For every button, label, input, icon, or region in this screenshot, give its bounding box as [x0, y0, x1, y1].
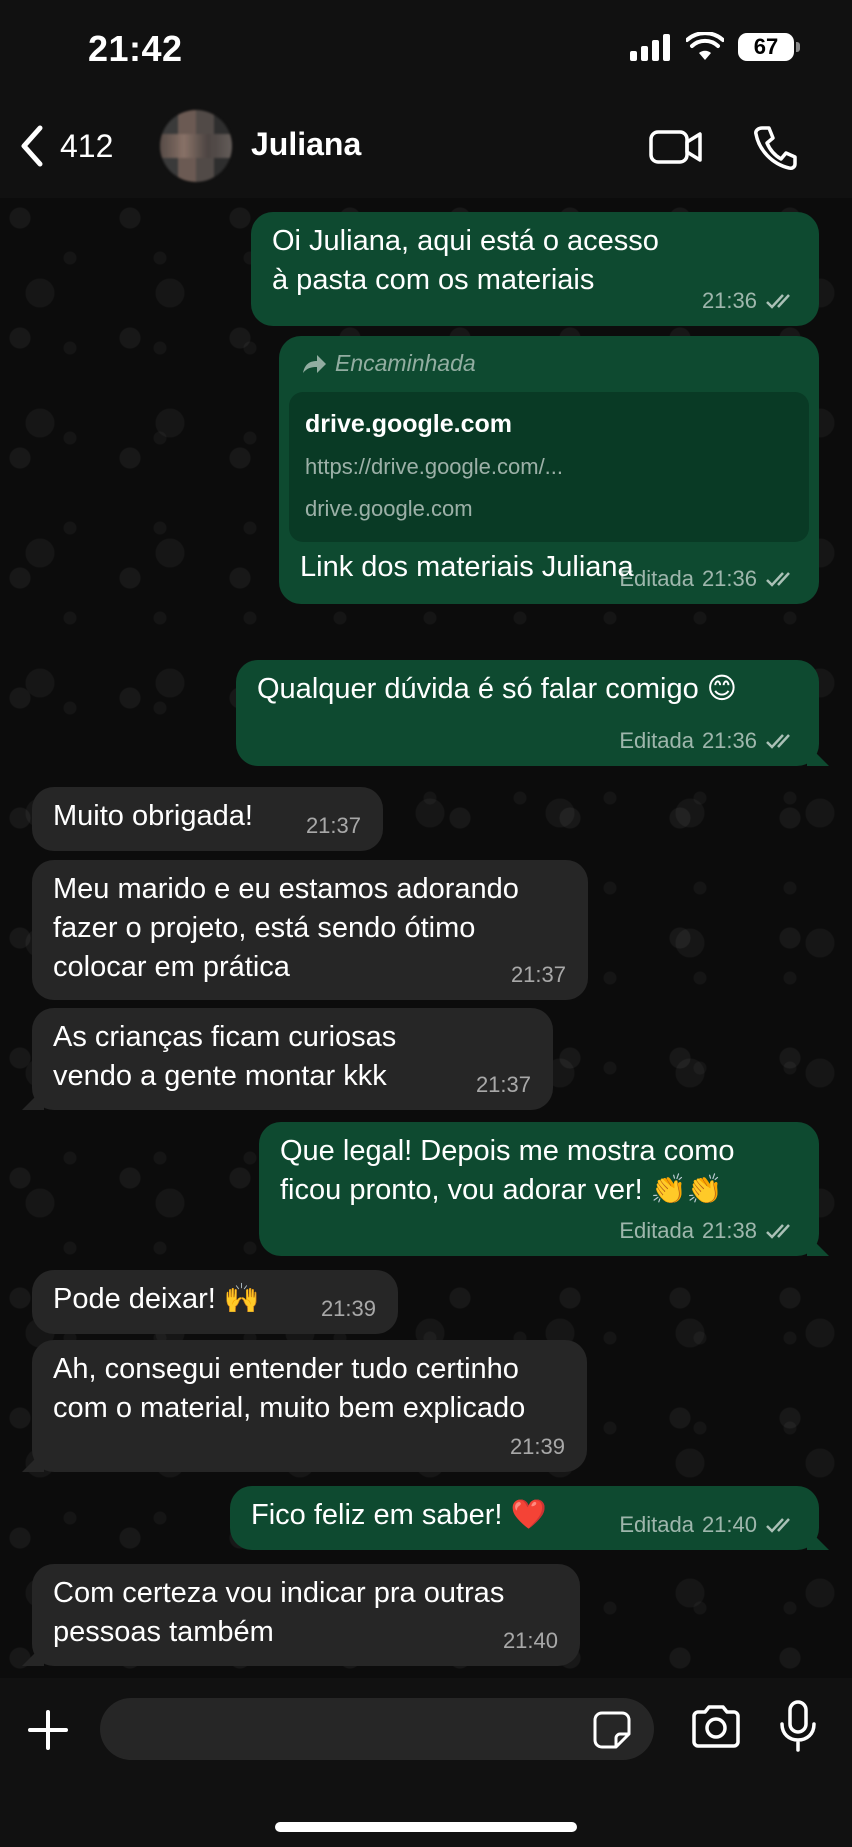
message-meta: 21:40 [503, 1628, 558, 1654]
message-time: 21:40 [701, 1512, 757, 1537]
message-meta: 21:37 [476, 1072, 531, 1098]
sticker-icon[interactable] [592, 1710, 632, 1750]
double-check-icon [766, 1518, 790, 1533]
status-bar: 21:42 67 [0, 0, 852, 100]
message-text: Ah, consegui entender tudo certinho com … [53, 1353, 526, 1424]
message-time: 21:36 [701, 288, 757, 313]
message-time: 21:39 [509, 1434, 565, 1459]
message-text: Muito obrigada! [53, 800, 253, 832]
message-meta: 21:37 [306, 813, 361, 839]
message-text: Oi Juliana, aqui está o acesso à pasta c… [272, 225, 659, 296]
message-outgoing[interactable]: Oi Juliana, aqui está o acesso à pasta c… [251, 212, 819, 326]
wifi-icon [686, 32, 724, 60]
chat-header: 412 Juliana [0, 100, 852, 199]
edited-label: Editada [619, 566, 694, 591]
message-outgoing[interactable]: Qualquer dúvida é só falar comigo 😊 Edit… [236, 660, 819, 766]
contact-avatar[interactable] [160, 110, 232, 182]
message-incoming[interactable]: Com certeza vou indicar pra outras pesso… [32, 1564, 580, 1666]
forward-arrow-icon [303, 354, 326, 373]
message-text: As crianças ficam curiosas vendo a gente… [53, 1021, 397, 1092]
message-meta: 21:37 [511, 962, 566, 988]
message-time: 21:40 [502, 1628, 558, 1653]
contact-name[interactable]: Juliana [251, 126, 361, 163]
home-indicator[interactable] [275, 1822, 577, 1832]
video-camera-icon[interactable] [648, 122, 704, 172]
message-text: Que legal! Depois me mostra como ficou p… [280, 1135, 735, 1206]
link-url: https://drive.google.com/... [305, 454, 564, 479]
double-check-icon [766, 294, 790, 309]
edited-label: Editada [619, 728, 694, 753]
message-text: Fico feliz em saber! ❤️ [251, 1499, 547, 1531]
message-text: Qualquer dúvida é só falar comigo 😊 [257, 673, 737, 705]
link-domain: drive.google.com [305, 496, 473, 521]
signal-icon [630, 34, 670, 61]
link-preview[interactable]: drive.google.com https://drive.google.co… [289, 392, 809, 542]
message-time: 21:36 [701, 728, 757, 753]
camera-icon[interactable] [690, 1704, 742, 1750]
battery-level: 67 [753, 34, 779, 59]
message-outgoing-forwarded[interactable]: Encaminhada drive.google.com https://dri… [279, 336, 819, 604]
message-time: 21:38 [701, 1218, 757, 1243]
message-text: Pode deixar! 🙌 [53, 1283, 260, 1315]
message-outgoing[interactable]: Fico feliz em saber! ❤️ Editada 21:40 [230, 1486, 819, 1550]
message-time: 21:39 [320, 1296, 376, 1321]
double-check-icon [766, 734, 790, 749]
message-incoming[interactable]: Pode deixar! 🙌 21:39 [32, 1270, 398, 1334]
message-meta: 21:39 [510, 1434, 565, 1460]
message-text: Link dos materiais Juliana [300, 551, 634, 583]
phone-icon[interactable] [752, 122, 798, 172]
message-text: Com certeza vou indicar pra outras pesso… [53, 1577, 505, 1648]
message-text: Meu marido e eu estamos adorando fazer o… [53, 873, 519, 983]
double-check-icon [766, 572, 790, 587]
chevron-left-icon [21, 125, 43, 167]
message-time: 21:37 [475, 1072, 531, 1097]
chat-area[interactable]: Oi Juliana, aqui está o acesso à pasta c… [0, 198, 852, 1678]
double-check-icon [766, 1224, 790, 1239]
forwarded-text: Encaminhada [335, 350, 476, 376]
microphone-icon[interactable] [778, 1700, 818, 1752]
message-meta: Editada 21:40 [619, 1512, 797, 1538]
status-time: 21:42 [88, 28, 183, 69]
message-time: 21:37 [305, 813, 361, 838]
message-time: 21:37 [510, 962, 566, 987]
message-meta: 21:39 [321, 1296, 376, 1322]
message-incoming[interactable]: Muito obrigada! 21:37 [32, 787, 383, 851]
edited-label: Editada [619, 1218, 694, 1243]
message-input[interactable] [100, 1698, 654, 1760]
link-title: drive.google.com [305, 410, 512, 438]
back-button[interactable]: 412 [18, 124, 113, 168]
message-meta: Editada 21:38 [619, 1218, 797, 1244]
message-incoming[interactable]: Ah, consegui entender tudo certinho com … [32, 1340, 587, 1472]
message-meta: Editada 21:36 [619, 728, 797, 754]
edited-label: Editada [619, 1512, 694, 1537]
message-meta: 21:36 [702, 288, 797, 314]
unread-count: 412 [60, 127, 114, 164]
message-outgoing[interactable]: Que legal! Depois me mostra como ficou p… [259, 1122, 819, 1256]
status-indicators: 67 [630, 32, 800, 62]
message-time: 21:36 [701, 566, 757, 591]
message-incoming[interactable]: Meu marido e eu estamos adorando fazer o… [32, 860, 588, 1000]
forwarded-label: Encaminhada [301, 350, 476, 377]
message-meta: Editada 21:36 [619, 566, 797, 592]
battery-indicator: 67 [738, 33, 800, 61]
message-incoming[interactable]: As crianças ficam curiosas vendo a gente… [32, 1008, 553, 1110]
plus-icon[interactable] [26, 1708, 70, 1752]
